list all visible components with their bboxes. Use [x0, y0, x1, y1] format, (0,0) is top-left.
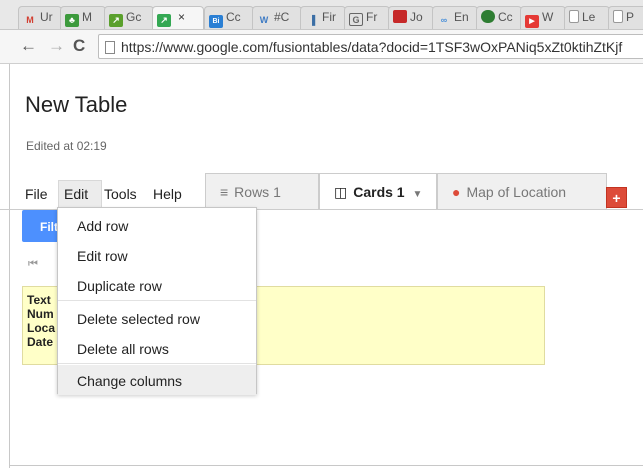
browser-toolbar: ← → C https://www.google.com/fusiontable…	[0, 30, 643, 64]
browser-tab[interactable]: Jo	[388, 6, 434, 29]
add-tab-button[interactable]: +	[606, 187, 627, 208]
wordpress-icon: W	[259, 15, 269, 25]
browser-tab[interactable]: M Ur	[18, 6, 62, 29]
doc-icon: G	[349, 13, 363, 26]
browser-tab[interactable]: ▶ W	[520, 6, 566, 29]
menu-item-add-row[interactable]: Add row	[58, 210, 256, 240]
browser-tab-active[interactable]: ↗ ×	[152, 6, 204, 29]
page-title[interactable]: New Table	[25, 92, 127, 118]
page-icon	[105, 41, 115, 54]
menu-item-delete-selected-row[interactable]: Delete selected row	[58, 303, 256, 333]
chart-icon: ▐	[308, 15, 316, 25]
fusion-tables-icon: ↗	[157, 14, 171, 27]
menu-help[interactable]: Help	[153, 186, 182, 202]
tab-rows[interactable]: ≡ Rows 1	[205, 173, 319, 209]
map-pin-icon: ●	[452, 184, 461, 200]
tab-map-of-location[interactable]: ● Map of Location	[437, 173, 607, 209]
flag-icon	[393, 10, 407, 23]
menu-item-edit-row[interactable]: Edit row	[58, 240, 256, 270]
edit-menu-dropdown: Add row Edit row Duplicate row Delete se…	[57, 207, 257, 395]
browser-tab[interactable]: G Fr	[344, 6, 390, 29]
cards-icon: ◫	[334, 184, 348, 200]
rows-icon: ≡	[220, 184, 229, 200]
menu-tools[interactable]: Tools	[104, 186, 137, 202]
browser-tab[interactable]: ▐ Fir	[300, 6, 346, 29]
menu-item-delete-all-rows[interactable]: Delete all rows	[58, 333, 256, 363]
menu-edit[interactable]: Edit	[64, 186, 88, 202]
menu-file[interactable]: File	[25, 186, 48, 202]
menu-item-duplicate-row[interactable]: Duplicate row	[58, 270, 256, 300]
first-page-icon[interactable]: ⏮	[28, 258, 38, 271]
menu-separator	[58, 363, 256, 364]
view-tabs: ≡ Rows 1 ◫ Cards 1 ▼ ● Map of Location	[205, 173, 625, 210]
youtube-icon: ▶	[525, 15, 539, 28]
edited-timestamp: Edited at 02:19	[26, 139, 107, 153]
address-bar[interactable]: https://www.google.com/fusiontables/data…	[98, 34, 643, 59]
gmail-icon: M	[26, 15, 34, 25]
menu-item-change-columns[interactable]: Change columns	[58, 365, 256, 395]
browser-tab[interactable]: ♣ M	[60, 6, 106, 29]
close-tab-icon[interactable]: ×	[178, 10, 185, 24]
back-arrow-icon[interactable]: ←	[20, 36, 37, 56]
url-text: https://www.google.com/fusiontables/data…	[121, 39, 623, 55]
browser-tab-strip: M Ur ♣ M ↗ Gc ↗ × Bi Cc W #C ▐ Fir G Fr Jo ∞ En C…	[0, 0, 643, 30]
bin-icon: Bi	[209, 15, 223, 28]
menu-separator	[58, 300, 256, 301]
browser-tab[interactable]: Bi Cc	[204, 6, 254, 29]
forward-arrow-icon[interactable]: →	[48, 36, 65, 56]
link-icon: ∞	[440, 15, 448, 25]
chevron-down-icon[interactable]: ▼	[412, 189, 422, 200]
browser-tab[interactable]: W #C	[252, 6, 302, 29]
page-icon	[613, 10, 623, 23]
browser-tab[interactable]: ↗ Gc	[104, 6, 154, 29]
browser-tab[interactable]: Le	[564, 6, 610, 29]
browser-tab[interactable]: ∞ En	[432, 6, 478, 29]
page-icon	[569, 10, 579, 23]
page-frame-left	[9, 64, 10, 468]
globe-icon	[481, 10, 495, 23]
page-frame-bottom	[9, 465, 643, 466]
tab-cards[interactable]: ◫ Cards 1 ▼	[319, 173, 437, 210]
people-icon: ♣	[65, 14, 79, 27]
reload-icon[interactable]: C	[73, 36, 85, 56]
browser-tab[interactable]: P	[608, 6, 643, 29]
browser-tab[interactable]: Cc	[476, 6, 522, 29]
trend-icon: ↗	[109, 14, 123, 27]
